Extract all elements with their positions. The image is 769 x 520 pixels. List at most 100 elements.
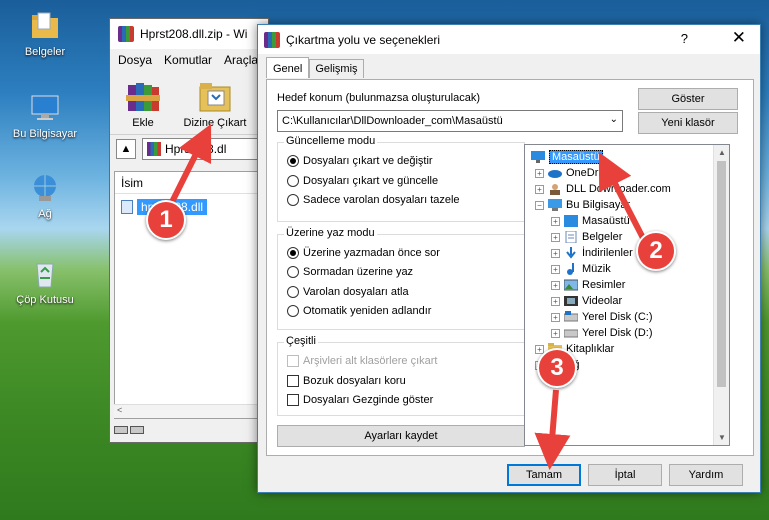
radio-button <box>287 247 299 259</box>
up-folder-button[interactable]: ▲ <box>116 139 136 159</box>
tree-item-masaustu-sub[interactable]: + Masaüstü <box>551 213 630 229</box>
archive-path-field[interactable]: Hprst208.dl <box>142 138 262 160</box>
extract-to-button[interactable]: Dizine Çıkart <box>178 75 252 130</box>
tree-item-bu-bilgisayar[interactable]: − Bu Bilgisayar <box>535 197 630 213</box>
checkbox <box>287 375 299 387</box>
add-button[interactable]: Ekle <box>118 75 168 130</box>
show-button[interactable]: Göster <box>638 88 738 110</box>
expand-icon[interactable]: + <box>535 168 544 178</box>
desktop-icon-label: Belgeler <box>24 46 66 58</box>
radio-skip-existing[interactable]: Varolan dosyaları atla <box>287 286 409 298</box>
tree-item-masaustu[interactable]: Masaüstü <box>531 149 603 165</box>
scroll-left-icon: < <box>117 405 123 415</box>
music-icon <box>564 263 578 275</box>
checkbox-label: Dosyaları Gezginde göster <box>303 394 434 406</box>
tree-label: Kitaplıklar <box>566 343 615 355</box>
winrar-logo-icon <box>118 26 134 42</box>
radio-label: Sadece varolan dosyaları tazele <box>303 194 460 206</box>
checkbox-extract-subfolders[interactable]: Arşivleri alt klasörlere çıkart <box>287 355 437 367</box>
desktop-icon <box>564 215 578 227</box>
cancel-button[interactable]: İptal <box>588 464 662 486</box>
new-folder-button[interactable]: Yeni klasör <box>638 112 738 134</box>
tree-label: Belgeler <box>582 231 623 243</box>
desktop-icon-cop-kutusu[interactable]: Çöp Kutusu <box>6 258 84 306</box>
help-button[interactable]: Yardım <box>669 464 743 486</box>
tree-item-indirilenler[interactable]: + İndirilenler <box>551 245 633 261</box>
radio-overwrite-without-prompt[interactable]: Sormadan üzerine yaz <box>287 266 413 278</box>
desktop-icon-ag[interactable]: Ağ <box>6 172 84 220</box>
collapse-icon[interactable]: − <box>535 200 544 210</box>
archive-icon <box>147 142 161 156</box>
checkbox-show-in-explorer[interactable]: Dosyaları Gezginde göster <box>287 394 433 406</box>
radio-refresh-existing[interactable]: Sadece varolan dosyaları tazele <box>287 194 460 206</box>
extract-folder-icon <box>196 77 234 115</box>
annotation-3: 3 <box>537 348 577 388</box>
save-settings-button[interactable]: Ayarları kaydet <box>277 425 525 447</box>
expand-icon[interactable]: + <box>551 296 560 306</box>
tree-item-muzik[interactable]: + Müzik <box>551 261 611 277</box>
desktop-icon-bu-bilgisayar[interactable]: Bu Bilgisayar <box>6 92 84 140</box>
tree-item-belgeler[interactable]: + Belgeler <box>551 229 622 245</box>
documents-icon <box>564 230 578 244</box>
annotation-2: 2 <box>636 231 676 271</box>
expand-icon[interactable]: + <box>551 328 560 338</box>
tree-item-videolar[interactable]: + Videolar <box>551 293 622 309</box>
overwrite-mode-title: Üzerine yaz modu <box>284 227 377 239</box>
tab-genel[interactable]: Genel <box>266 57 310 78</box>
expand-icon[interactable]: + <box>551 312 560 322</box>
menu-araclar[interactable]: Araçla <box>224 53 258 67</box>
tree-item-disk-d[interactable]: + Yerel Disk (D:) <box>551 325 653 341</box>
tree-vertical-scrollbar[interactable]: ▲ ▼ <box>713 145 729 445</box>
tree-item-onedrive[interactable]: + OneDrive <box>535 165 612 181</box>
tree-label: OneDrive <box>566 167 613 179</box>
extract-dialog: Çıkartma yolu ve seçenekleri ? ✕ Genel G… <box>257 24 761 493</box>
target-label: Hedef konum (bulunmazsa oluşturulacak) <box>277 92 480 104</box>
radio-extract-replace[interactable]: Dosyaları çıkart ve değiştir <box>287 155 433 167</box>
column-header-name[interactable]: İsim <box>115 172 265 194</box>
tree-item-resimler[interactable]: + Resimler <box>551 277 625 293</box>
expand-icon[interactable]: + <box>551 232 560 242</box>
winrar-window: Hprst208.dll.zip - Wi Dosya Komutlar Ara… <box>109 18 269 443</box>
key-status-icon <box>130 426 144 434</box>
expand-icon[interactable]: + <box>551 216 560 226</box>
expand-icon[interactable]: + <box>551 264 560 274</box>
tree-item-user[interactable]: + DLL Downloader.com <box>535 181 671 197</box>
desktop-icon-label: Çöp Kutusu <box>16 294 74 306</box>
user-icon <box>548 183 562 195</box>
expand-icon[interactable]: + <box>535 184 544 194</box>
tree-item-disk-c[interactable]: + Yerel Disk (C:) <box>551 309 653 325</box>
tab-gelismis[interactable]: Gelişmiş <box>309 59 364 78</box>
scroll-up-icon[interactable]: ▲ <box>718 148 726 157</box>
update-mode-title: Güncelleme modu <box>284 135 378 147</box>
radio-extract-update[interactable]: Dosyaları çıkart ve güncelle <box>287 175 438 187</box>
radio-auto-rename[interactable]: Otomatik yeniden adlandır <box>287 305 431 317</box>
help-question-button[interactable]: ? <box>681 31 688 46</box>
tree-label: Masaüstü <box>582 215 630 227</box>
expand-icon[interactable]: + <box>551 248 560 258</box>
checkbox-keep-broken[interactable]: Bozuk dosyaları koru <box>287 375 406 387</box>
close-button[interactable]: ✕ <box>732 28 746 48</box>
chevron-down-icon[interactable]: ⌄ <box>610 114 618 125</box>
scroll-down-icon[interactable]: ▼ <box>718 433 726 442</box>
radio-label: Üzerine yazmadan önce sor <box>303 247 440 259</box>
horizontal-scrollbar[interactable]: < <box>114 404 266 418</box>
videos-icon <box>564 295 578 307</box>
extract-to-label: Dizine Çıkart <box>183 117 247 129</box>
radio-ask-before-overwrite[interactable]: Üzerine yazmadan önce sor <box>287 247 440 259</box>
expand-icon[interactable]: + <box>551 280 560 290</box>
menu-dosya[interactable]: Dosya <box>118 53 152 67</box>
tree-label: Müzik <box>582 263 611 275</box>
drive-status-icon <box>114 426 128 434</box>
folder-tree[interactable]: Masaüstü + OneDrive + DLL Downloader.com… <box>524 144 730 446</box>
winrar-menubar: Dosya Komutlar Araçla <box>110 49 268 71</box>
computer-icon <box>29 92 61 124</box>
file-row[interactable]: hprst208.dll <box>121 198 265 216</box>
scroll-thumb[interactable] <box>717 161 726 387</box>
menu-komutlar[interactable]: Komutlar <box>164 53 212 67</box>
desktop-icon-belgeler[interactable]: Belgeler <box>6 10 84 58</box>
winrar-title: Hprst208.dll.zip - Wi <box>140 27 248 41</box>
checkbox-label: Bozuk dosyaları koru <box>303 375 406 387</box>
tree-label: Yerel Disk (C:) <box>582 311 653 323</box>
target-path-combo[interactable]: C:\Kullanıcılar\DllDownloader_com\Masaüs… <box>277 110 623 132</box>
ok-button[interactable]: Tamam <box>507 464 581 486</box>
